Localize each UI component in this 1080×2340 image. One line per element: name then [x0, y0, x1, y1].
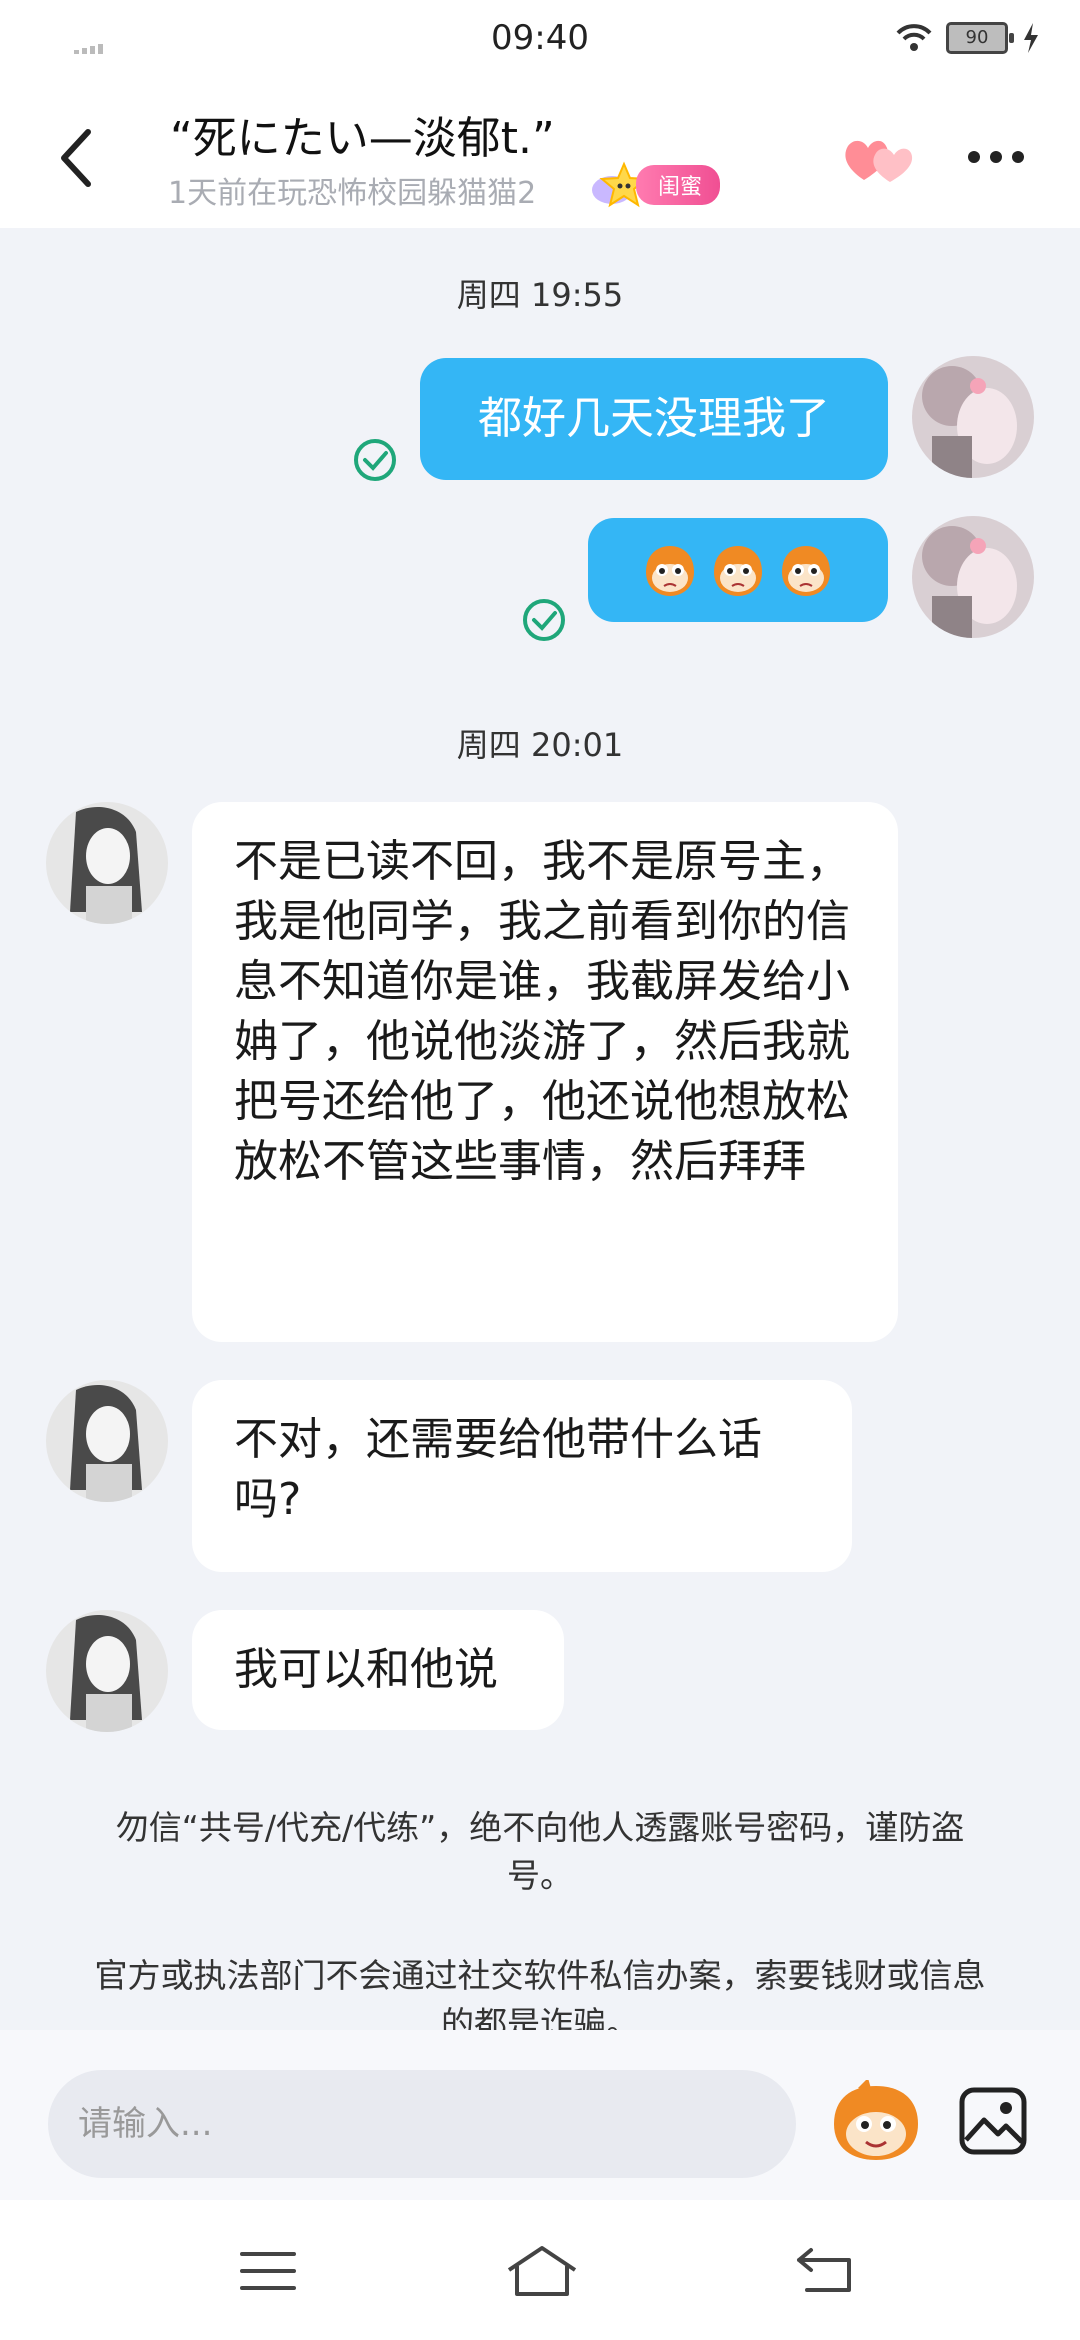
received-message[interactable]: 不对，还需要给他带什么话吗? [192, 1380, 852, 1572]
relationship-badge[interactable]: 闺蜜 [590, 160, 721, 210]
received-message[interactable]: 我可以和他说 [192, 1610, 564, 1730]
read-check-icon [523, 599, 565, 641]
my-avatar[interactable] [912, 516, 1034, 638]
intimacy-hearts-icon[interactable] [840, 128, 914, 188]
sad-monkey-emoji-icon [782, 546, 830, 596]
message-input[interactable]: 请输入... [48, 2070, 796, 2178]
my-avatar[interactable] [912, 356, 1034, 478]
input-bar: 请输入... [0, 2030, 1080, 2200]
chat-messages[interactable]: 周四 19:55 都好几天没理我了 周四 20:01 不是已读不回，我不是原号主… [0, 228, 1080, 2043]
back-nav-icon[interactable] [795, 2246, 855, 2294]
status-bar: 09:40 90 [0, 0, 1080, 80]
contact-avatar[interactable] [46, 1610, 168, 1732]
received-message[interactable]: 不是已读不回，我不是原号主，我是他同学，我之前看到你的信息不知道你是谁，我截屏发… [192, 802, 898, 1342]
sent-message[interactable]: 都好几天没理我了 [420, 358, 888, 480]
back-arrow-icon[interactable] [50, 118, 110, 198]
avatar-image [46, 1610, 168, 1732]
contact-avatar[interactable] [46, 1380, 168, 1502]
chat-header: “死にたい—淡郁t.” 1天前在玩恐怖校园躲猫猫2 闺蜜 [0, 80, 1080, 228]
sad-monkey-emoji-icon [646, 546, 694, 596]
badge-label: 闺蜜 [636, 165, 721, 205]
battery-indicator: 90 [946, 22, 1014, 54]
message-timestamp: 周四 19:55 [456, 276, 624, 314]
image-picker-icon[interactable] [958, 2086, 1028, 2156]
avatar-image [912, 356, 1034, 478]
home-icon[interactable] [505, 2244, 579, 2298]
contact-status: 1天前在玩恐怖校园躲猫猫2 [168, 176, 537, 211]
avatar-image [46, 802, 168, 924]
recent-apps-icon[interactable] [240, 2250, 296, 2292]
contact-avatar[interactable] [46, 802, 168, 924]
wifi-icon [896, 24, 932, 51]
contact-name[interactable]: “死にたい—淡郁t.” [170, 102, 555, 166]
system-nav-bar [0, 2200, 1080, 2340]
read-check-icon [354, 439, 396, 481]
message-timestamp: 周四 20:01 [456, 726, 624, 764]
avatar-image [912, 516, 1034, 638]
more-icon[interactable] [966, 140, 1026, 174]
sad-monkey-emoji-icon [714, 546, 762, 596]
emoji-button-icon[interactable] [828, 2080, 924, 2164]
sent-emoji-message[interactable] [588, 518, 888, 622]
avatar-image [46, 1380, 168, 1502]
charging-icon [1024, 23, 1038, 53]
safety-notice: 勿信“共号/代充/代练”，绝不向他人透露账号密码，谨防盗号。 [115, 1808, 965, 1895]
